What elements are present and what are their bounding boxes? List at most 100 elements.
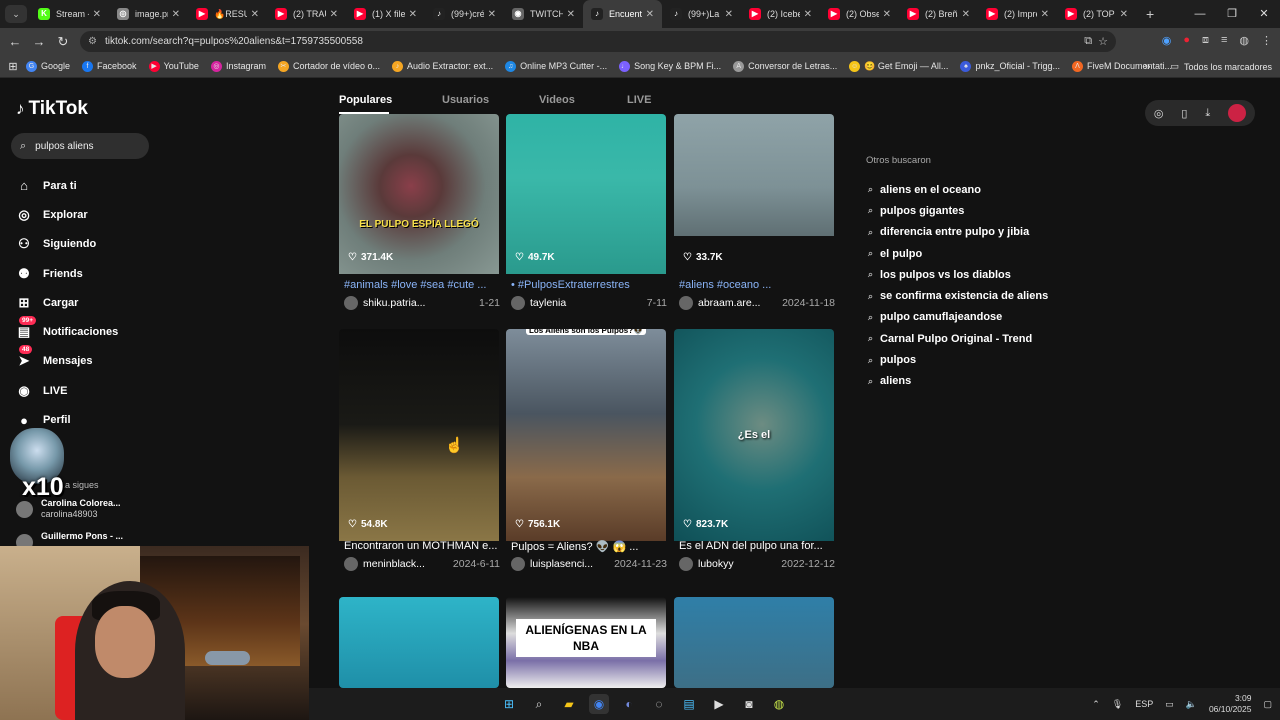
video-thumbnail[interactable] [674,597,834,688]
video-author-row[interactable]: shiku.patria... 1-21 [344,296,500,310]
close-window-button[interactable]: ✕ [1248,0,1280,28]
file-explorer-icon[interactable]: ▰ [559,694,579,714]
extension-icon[interactable]: ● [1183,34,1190,47]
language-indicator[interactable]: ESP [1135,699,1153,709]
chrome-icon[interactable]: ◉ [589,694,609,714]
video-caption[interactable]: • #PulposExtraterrestres [511,279,667,291]
video-card[interactable] [339,597,499,688]
search-input[interactable]: ⌕ pulpos aliens [11,133,149,159]
video-card[interactable] [674,597,834,688]
new-tab-button[interactable]: + [1146,6,1154,22]
video-thumbnail[interactable] [506,114,666,274]
browser-tab[interactable]: ◎ image.pr ✕ [109,0,188,28]
sidebar-item-friends[interactable]: ⚉ Friends [15,259,195,288]
tab-close-icon[interactable]: ✕ [251,9,259,20]
suggested-search-item[interactable]: ⌕ el pulpo [868,243,1048,264]
app-icon[interactable]: ◍ [769,694,789,714]
install-icon[interactable]: ⧉ [1084,35,1092,48]
video-caption[interactable]: #animals #love #sea #cute ... [344,279,500,291]
browser-tab[interactable]: ◉ TWITCH ✕ [504,0,583,28]
suggested-search-item[interactable]: ⌕ pulpos [868,349,1048,370]
start-icon[interactable]: ⊞ [499,694,519,714]
bookmark-item[interactable]: ◎ Instagram [210,60,266,72]
tab-populares[interactable]: Populares [339,94,392,106]
user-avatar[interactable] [1228,104,1247,122]
browser-tab[interactable]: ♪ Encuentr ✕ [583,0,662,28]
video-author-row[interactable]: lubokyy 2022-12-12 [679,557,835,571]
media-icon[interactable]: ≡ [1221,34,1227,47]
network-icon[interactable]: ▭ [1165,699,1174,710]
suggested-search-item[interactable]: ⌕ pulpos gigantes [868,200,1048,221]
tab-close-icon[interactable]: ✕ [330,9,338,20]
video-author-row[interactable]: meninblack... 2024-6-11 [344,557,500,571]
tab-close-icon[interactable]: ✕ [1120,9,1128,20]
profile-icon[interactable]: ◍ [1239,34,1249,47]
tab-close-icon[interactable]: ✕ [1041,9,1049,20]
url-field[interactable]: ⚙ tiktok.com/search?q=pulpos%20aliens&t=… [80,31,1116,52]
obs-icon[interactable]: ◙ [739,694,759,714]
media-player-icon[interactable]: ▶ [709,694,729,714]
apps-icon[interactable]: ⊞ [0,60,26,73]
browser-tab[interactable]: ▶ (2) Obse ✕ [820,0,899,28]
video-thumbnail[interactable] [506,329,666,541]
microphone-icon[interactable]: 🎙 [1112,699,1123,710]
bookmark-item[interactable]: ▶ YouTube [148,60,199,72]
browser-tab[interactable]: ▶ (2) Icebe ✕ [741,0,820,28]
minimize-button[interactable]: — [1184,0,1216,28]
tiktok-logo[interactable]: ♪ TikTok [16,98,88,120]
app-icon[interactable]: ◌ [649,694,669,714]
tab-close-icon[interactable]: ✕ [409,9,417,20]
bookmark-item[interactable]: ♠ pnkz_Oficial - Trigg... [960,60,1060,72]
video-thumbnail[interactable] [674,114,834,236]
clock[interactable]: 3:09 06/10/2025 [1209,693,1252,715]
sidebar-item-explorar[interactable]: ◎ Explorar [15,200,195,229]
video-thumbnail[interactable] [339,114,499,274]
tab-close-icon[interactable]: ✕ [172,9,180,20]
tab-usuarios[interactable]: Usuarios [442,94,489,106]
suggested-search-item[interactable]: ⌕ se confirma existencia de aliens [868,285,1048,306]
suggested-search-item[interactable]: ⌕ aliens en el oceano [868,179,1048,200]
download-icon[interactable]: ⤓ [1205,107,1210,120]
device-icon[interactable]: ▯ [1181,107,1187,120]
sidebar-item-cargar[interactable]: ⊞ Cargar [15,288,195,317]
tab-close-icon[interactable]: ✕ [488,9,496,20]
bookmark-item[interactable]: f Facebook [82,60,137,72]
bookmark-item[interactable]: ♩ Song Key & BPM Fi... [619,60,721,72]
tab-close-icon[interactable]: ✕ [725,9,733,20]
video-caption[interactable]: Encontraron un MOTHMAN e... [344,540,500,552]
video-caption[interactable]: Es el ADN del pulpo una for... [679,540,835,552]
suggested-search-item[interactable]: ⌕ los pulpos vs los diablos [868,264,1048,285]
sidebar-item-para-ti[interactable]: ⌂ Para ti [15,171,195,200]
chevron-up-icon[interactable]: ⌃ [1092,699,1100,710]
more-bookmarks-icon[interactable]: » [1144,61,1150,73]
video-author-row[interactable]: luisplasenci... 2024-11-23 [511,557,667,571]
restore-button[interactable]: ❐ [1216,0,1248,28]
video-card[interactable]: ALIENÍGENAS EN LA NBA [506,597,666,688]
bookmark-star-icon[interactable]: ☆ [1098,35,1108,48]
tab-close-icon[interactable]: ✕ [962,9,970,20]
tab-close-icon[interactable]: ✕ [646,9,654,20]
extension-icon[interactable]: ◉ [1162,34,1172,47]
search-icon[interactable]: ⌕ [529,694,549,714]
tab-videos[interactable]: Videos [539,94,575,106]
browser-tab[interactable]: ▶ (2) Breña ✕ [899,0,978,28]
bookmark-item[interactable]: A Conversor de Letras... [733,60,837,72]
discord-icon[interactable]: ◐ [619,694,639,714]
video-author-row[interactable]: taylenia 7-11 [511,296,667,310]
browser-tab[interactable]: ▶ (2) TOP ✕ [1057,0,1136,28]
notification-icon[interactable]: ▢ [1263,699,1272,710]
video-caption[interactable]: #aliens #oceano ... [679,279,835,291]
volume-icon[interactable]: 🔈 [1186,699,1197,710]
suggested-search-item[interactable]: ⌕ Carnal Pulpo Original - Trend [868,328,1048,349]
all-bookmarks-link[interactable]: Todos los marcadores [1184,62,1272,72]
tab-close-icon[interactable]: ✕ [804,9,812,20]
video-thumbnail[interactable] [339,329,499,541]
forward-button[interactable]: → [27,34,51,49]
tab-search-button[interactable]: ⌄ [5,5,27,23]
back-button[interactable]: ← [3,34,27,49]
site-info-icon[interactable]: ⚙ [88,36,97,47]
tab-close-icon[interactable]: ✕ [93,9,101,20]
video-author-row[interactable]: abraam.are... 2024-11-18 [679,296,835,310]
browser-tab[interactable]: ▶ (2) Impre ✕ [978,0,1057,28]
browser-tab[interactable]: ▶ (2) TRAU ✕ [267,0,346,28]
